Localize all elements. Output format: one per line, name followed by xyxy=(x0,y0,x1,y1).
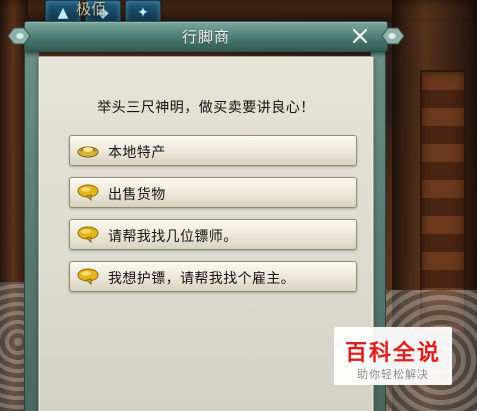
speech-bubble-icon xyxy=(77,226,99,243)
dialog-title-bar[interactable]: 行脚商 xyxy=(7,21,405,52)
option-label-local-specialties: 本地特产 xyxy=(108,145,166,161)
watermark-sub-text: 助你轻松解决 xyxy=(357,368,429,381)
speech-bubble-icon xyxy=(77,184,99,201)
dialog-options: 本地特产 出售货物 请帮我找几位镖师。 我想护镖，请帮我找个雇主。 xyxy=(69,135,357,303)
option-label-find-employer: 我想护镖，请帮我找个雇主。 xyxy=(108,271,296,287)
option-find-escorts-button[interactable]: 请帮我找几位镖师。 xyxy=(69,219,357,250)
speech-bubble-icon xyxy=(77,268,99,285)
option-find-employer-button[interactable]: 我想护镖，请帮我找个雇主。 xyxy=(69,261,357,292)
option-label-find-escorts: 请帮我找几位镖师。 xyxy=(108,229,238,245)
option-label-sell-goods: 出售货物 xyxy=(108,187,166,203)
close-button[interactable] xyxy=(351,27,369,45)
option-sell-goods-button[interactable]: 出售货物 xyxy=(69,177,357,208)
watermark-logo: 百科全说 助你轻松解决 xyxy=(334,327,452,385)
merchant-message: 举头三尺神明，做买卖要讲良心！ xyxy=(97,100,315,116)
npc-dialog: 行脚商 举头三尺神明，做买卖要讲良心！ 本地特产 出售货物 请帮我找几位镖师。 … xyxy=(7,21,405,411)
option-local-specialties-button[interactable]: 本地特产 xyxy=(69,135,357,166)
right-ornament-icon xyxy=(381,27,405,45)
dialog-title: 行脚商 xyxy=(181,28,230,46)
dialog-content-panel: 举头三尺神明，做买卖要讲良心！ 本地特产 出售货物 请帮我找几位镖师。 我想护镖… xyxy=(38,56,374,411)
background-carved-post xyxy=(420,70,466,334)
gold-ingot-icon xyxy=(77,146,99,158)
hud-title-text: 极佰 xyxy=(76,0,107,18)
watermark-main-text: 百科全说 xyxy=(344,341,441,366)
close-icon xyxy=(352,28,368,44)
